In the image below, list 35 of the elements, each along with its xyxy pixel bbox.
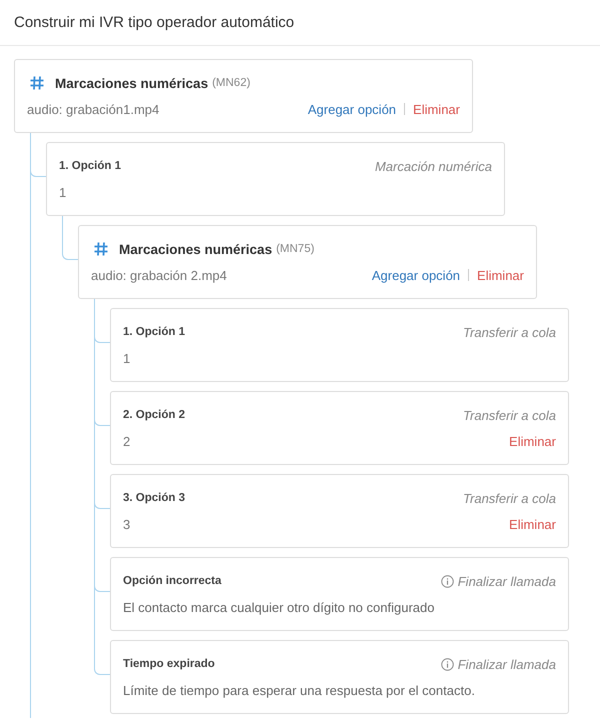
action-label: Transferir a cola xyxy=(463,324,556,340)
description-text: Límite de tiempo para esperar una respuesta por el contacto. xyxy=(123,682,475,698)
option-label: 1. Opción 1 xyxy=(123,326,185,338)
digit-text: 2 xyxy=(123,434,130,448)
node-title: Marcaciones numéricas xyxy=(119,242,272,256)
option-label: 1. Opción 1 xyxy=(59,160,121,172)
action-label: Transferir a cola xyxy=(463,408,556,422)
action-label: Marcación numérica xyxy=(374,158,492,174)
node-code: (MN62) xyxy=(212,77,250,89)
description-text: El contacto marca cualquier otro dígito no configurado xyxy=(123,600,434,614)
delete-link[interactable]: Eliminar xyxy=(509,434,556,448)
option-label: 2. Opción 2 xyxy=(123,409,185,421)
audio-file-text: audio: grabación 2.mp4 xyxy=(91,268,227,282)
delete-link[interactable]: Eliminar xyxy=(413,102,460,116)
action-label: Finalizar llamada xyxy=(458,574,556,588)
action-label: Transferir a cola xyxy=(463,490,556,506)
add-option-link[interactable]: Agregar opción xyxy=(308,102,396,116)
info-icon xyxy=(440,574,454,588)
node-title: Marcaciones numéricas xyxy=(55,76,208,90)
delete-link[interactable]: Eliminar xyxy=(477,268,524,282)
node-code: (MN75) xyxy=(276,243,314,255)
page-title: Construir mi IVR tipo operador automático xyxy=(14,14,294,31)
hash-icon xyxy=(29,75,45,91)
audio-file-text: audio: grabación1.mp4 xyxy=(27,102,160,116)
add-option-link[interactable]: Agregar opción xyxy=(372,268,460,282)
action-label: Finalizar llamada xyxy=(458,656,556,672)
info-icon xyxy=(440,658,454,670)
digit-text: 1 xyxy=(123,350,130,366)
option-label: Opción incorrecta xyxy=(123,575,222,587)
hash-icon xyxy=(93,241,109,257)
delete-link[interactable]: Eliminar xyxy=(509,516,556,532)
option-label: Tiempo expirado xyxy=(123,658,215,670)
option-label: 3. Opción 3 xyxy=(123,492,185,504)
digit-text: 1 xyxy=(59,184,66,200)
digit-text: 3 xyxy=(123,516,130,532)
